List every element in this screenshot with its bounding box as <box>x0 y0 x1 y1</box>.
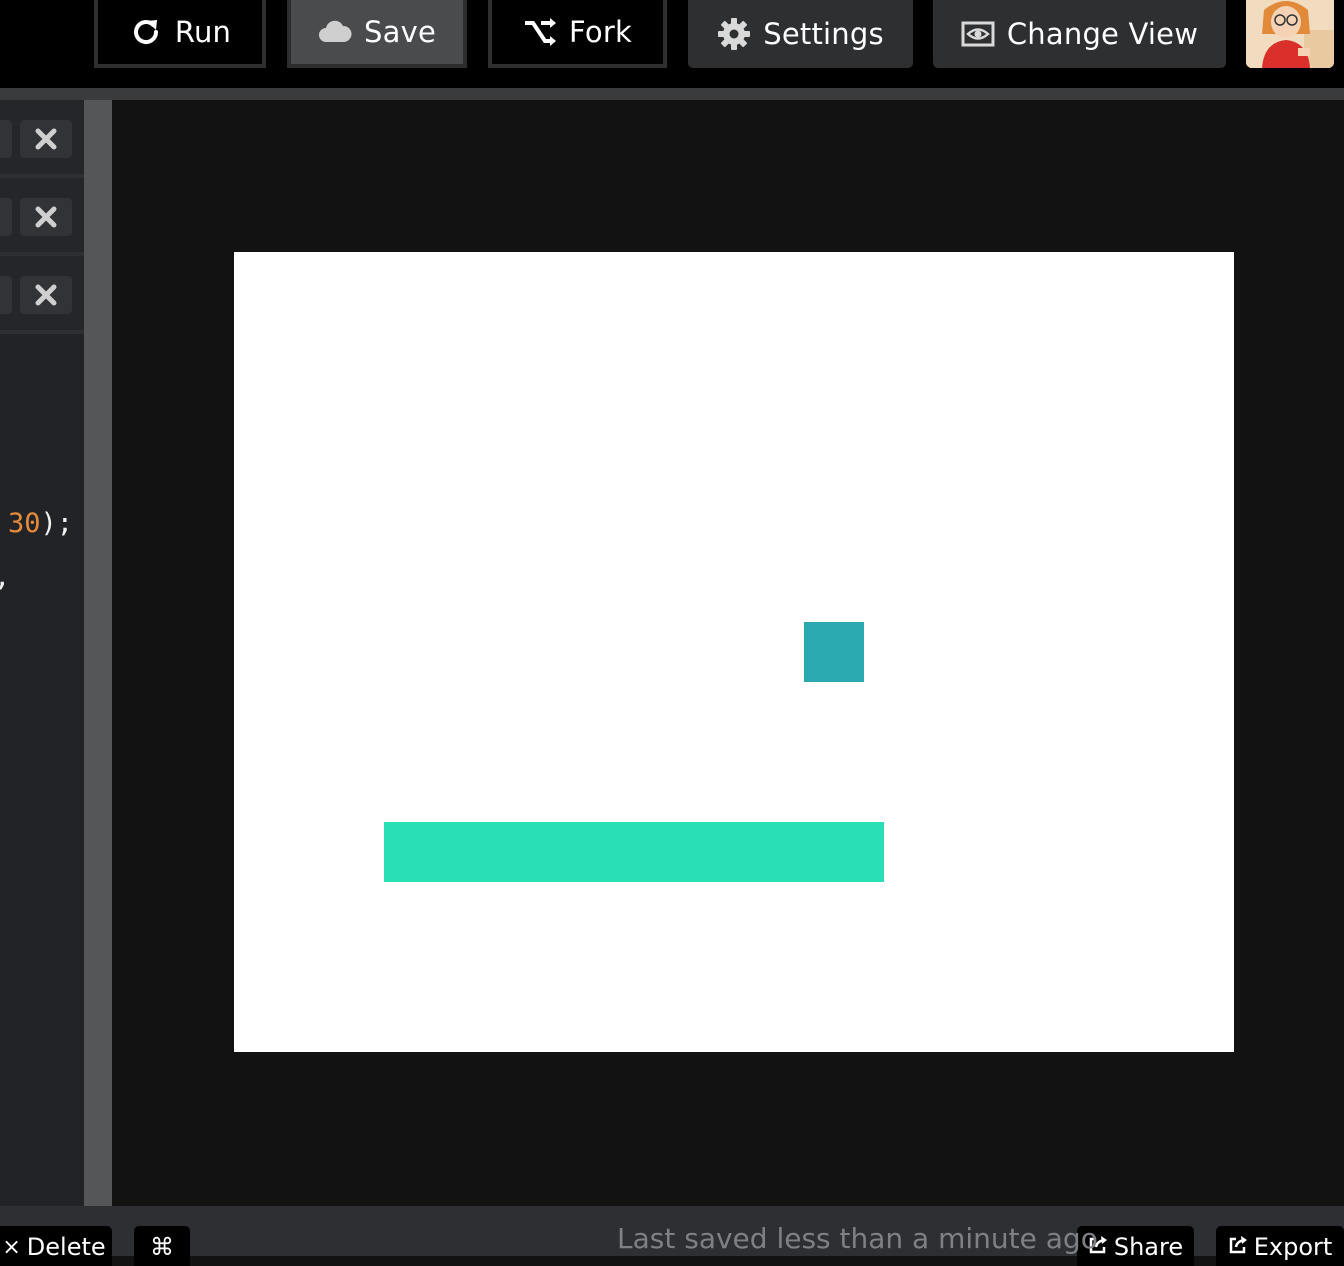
change-view-label: Change View <box>1006 17 1199 51</box>
toolbar-divider <box>0 88 1344 100</box>
save-button[interactable]: Save <box>287 0 467 68</box>
export-button[interactable]: Export <box>1216 1226 1344 1266</box>
code-editor-panel[interactable]: 30); , <box>0 100 84 1206</box>
close-icon[interactable] <box>20 120 72 158</box>
file-tab-handle[interactable] <box>0 198 12 236</box>
close-icon[interactable] <box>20 198 72 236</box>
cloud-icon <box>318 15 352 49</box>
delete-label: Delete <box>26 1233 106 1261</box>
file-tab-handle[interactable] <box>0 276 12 314</box>
file-tab-handle[interactable] <box>0 120 12 158</box>
code-punctuation: ); <box>40 508 74 539</box>
fork-label: Fork <box>569 15 632 49</box>
file-tab[interactable] <box>0 100 84 178</box>
fork-icon <box>523 15 557 49</box>
file-tab[interactable] <box>0 256 84 334</box>
close-icon[interactable] <box>20 276 72 314</box>
export-label: Export <box>1253 1233 1333 1261</box>
top-toolbar: Run Save Fork Settings Change View <box>0 0 1344 88</box>
delete-button[interactable]: × Delete <box>0 1226 112 1266</box>
file-tab[interactable] <box>0 178 84 256</box>
refresh-icon <box>129 15 163 49</box>
save-status-text: Last saved less than a minute ago <box>617 1222 1098 1255</box>
code-line[interactable]: 30); <box>8 508 73 539</box>
run-label: Run <box>174 15 232 49</box>
save-label: Save <box>364 15 436 49</box>
settings-label: Settings <box>763 17 884 51</box>
settings-button[interactable]: Settings <box>688 0 913 68</box>
falling-square <box>804 622 864 682</box>
change-view-button[interactable]: Change View <box>933 0 1226 68</box>
paddle-rectangle <box>384 822 884 882</box>
fork-button[interactable]: Fork <box>488 0 667 68</box>
share-label: Share <box>1113 1233 1184 1261</box>
user-avatar[interactable] <box>1246 0 1334 68</box>
keyboard-shortcuts-button[interactable]: ⌘ <box>134 1226 190 1266</box>
output-canvas[interactable] <box>234 252 1234 1052</box>
gear-icon <box>717 17 751 51</box>
eye-icon <box>961 17 995 51</box>
export-icon <box>1228 1233 1248 1261</box>
panel-resize-handle[interactable] <box>84 100 112 1206</box>
command-icon: ⌘ <box>150 1233 174 1261</box>
run-button[interactable]: Run <box>94 0 266 68</box>
code-fragment: , <box>0 562 10 593</box>
code-number: 30 <box>8 508 41 539</box>
